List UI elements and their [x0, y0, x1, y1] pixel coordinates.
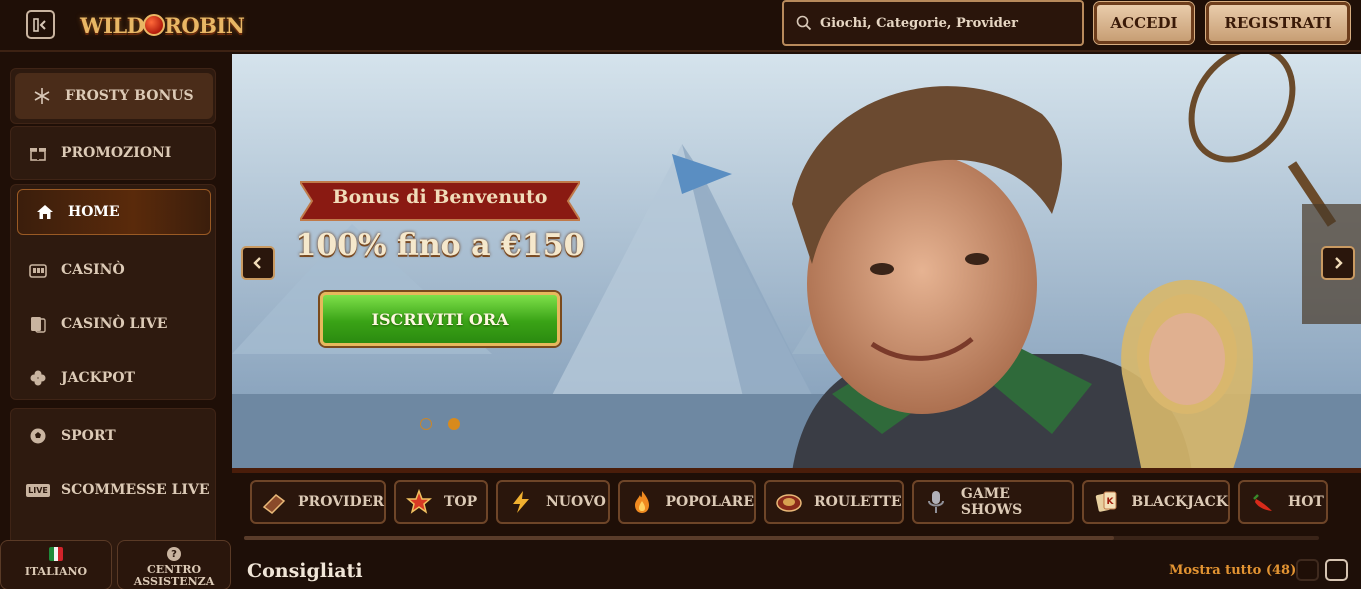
chevron-left-icon [32, 17, 46, 32]
signup-now-button[interactable]: ISCRIVITI ORA [320, 292, 560, 346]
sidebar-item-casino-live[interactable]: CASINÒ LIVE [11, 301, 215, 347]
bonus-amount: 100% fino a €150 [295, 228, 585, 263]
top-bar: WILD ROBIN ACCEDI REGISTRATI [0, 0, 1361, 52]
carousel-dot-2[interactable] [448, 418, 460, 430]
book-icon [260, 487, 288, 517]
star-icon [404, 487, 434, 517]
svg-text:K: K [1106, 497, 1114, 507]
carousel-next-button[interactable] [1321, 246, 1355, 280]
sidebar-item-label: HOME [68, 204, 120, 220]
hero-banner[interactable] [232, 54, 1361, 472]
category-label: POPOLARE [665, 494, 754, 510]
category-bar: PROVIDER TOP NUOVO POPOLARE ROULETTE GAM… [232, 474, 1361, 540]
slot-machine-icon [27, 259, 49, 281]
sidebar-item-scommesse-live[interactable]: LIVE SCOMMESSE LIVE [11, 467, 215, 513]
sidebar-group-promo: PROMOZIONI [10, 126, 216, 180]
logo-emblem-icon [143, 14, 166, 36]
carousel-prev-button[interactable] [241, 246, 275, 280]
category-label: NUOVO [546, 494, 606, 510]
category-label: ROULETTE [814, 494, 902, 510]
carousel-dot-1[interactable] [420, 418, 432, 430]
hero-bottom-border [232, 468, 1361, 473]
search-box[interactable] [782, 0, 1084, 46]
brand-logo[interactable]: WILD ROBIN [80, 8, 245, 42]
category-label: TOP [444, 494, 478, 510]
help-label-line2: ASSISTENZA [133, 575, 215, 588]
sidebar-item-label: JACKPOT [61, 370, 135, 386]
search-icon [796, 15, 812, 31]
sidebar-item-label: CASINÒ LIVE [61, 316, 168, 332]
live-icon: LIVE [26, 483, 50, 497]
logo-text-right: ROBIN [164, 12, 245, 38]
show-all-link[interactable]: Mostra tutto (48) [1169, 563, 1296, 578]
hero-illustration [232, 54, 1361, 472]
search-input[interactable] [820, 15, 1070, 31]
category-label: BLACKJACK [1131, 494, 1228, 510]
login-button[interactable]: ACCEDI [1094, 2, 1194, 44]
language-selector-button[interactable]: ITALIANO [0, 540, 112, 589]
gift-icon [27, 142, 49, 164]
microphone-icon [922, 487, 951, 517]
sidebar-item-label: SCOMMESSE LIVE [61, 482, 210, 498]
category-popolare[interactable]: POPOLARE [618, 480, 756, 524]
category-game-shows[interactable]: GAME SHOWS [912, 480, 1074, 524]
help-center-button[interactable]: ? CENTRO ASSISTENZA [117, 540, 231, 589]
sidebar-item-home[interactable]: HOME [17, 189, 211, 235]
chili-pepper-icon [1248, 487, 1278, 517]
sidebar-item-frosty-bonus[interactable]: FROSTY BONUS [15, 73, 213, 119]
category-label: GAME SHOWS [960, 486, 1023, 518]
category-provider[interactable]: PROVIDER [250, 480, 386, 524]
sidebar-item-label: CASINÒ [61, 262, 125, 278]
chevron-right-icon [1335, 257, 1343, 269]
home-icon [34, 201, 56, 223]
flame-icon [628, 487, 656, 517]
category-blackjack[interactable]: K BLACKJACK [1082, 480, 1230, 524]
italy-flag-icon [49, 547, 63, 561]
section-title-consigliati: Consigliati [247, 560, 363, 582]
clover-icon [27, 367, 49, 389]
category-nuovo[interactable]: NUOVO [496, 480, 610, 524]
soccer-ball-icon [27, 425, 49, 447]
register-button[interactable]: REGISTRATI [1206, 2, 1350, 44]
scrollbar-thumb[interactable] [244, 536, 1114, 540]
category-top[interactable]: TOP [394, 480, 488, 524]
category-label: PROVIDER [298, 494, 384, 510]
sidebar: FROSTY BONUS PROMOZIONI HOME CASINÒ CASI… [0, 54, 232, 589]
snowflake-icon [31, 85, 53, 107]
sidebar-item-jackpot[interactable]: JACKPOT [11, 355, 215, 401]
sidebar-group-bonus: FROSTY BONUS [10, 68, 216, 124]
question-mark-icon: ? [167, 547, 181, 561]
playing-card-icon: K [1092, 487, 1121, 517]
section-next-button[interactable] [1325, 559, 1348, 581]
sidebar-item-label: FROSTY BONUS [65, 88, 194, 104]
roulette-icon [774, 487, 804, 517]
category-scrollbar[interactable] [244, 536, 1319, 540]
section-prev-button[interactable] [1296, 559, 1319, 581]
logo-text-left: WILD [80, 12, 145, 38]
sidebar-item-casino[interactable]: CASINÒ [11, 247, 215, 293]
sidebar-item-promozioni[interactable]: PROMOZIONI [11, 130, 215, 176]
category-roulette[interactable]: ROULETTE [764, 480, 904, 524]
sidebar-toggle-button[interactable] [26, 10, 55, 39]
sidebar-item-sport[interactable]: SPORT [11, 413, 215, 459]
lightning-icon [506, 487, 536, 517]
language-label: ITALIANO [24, 565, 88, 578]
sidebar-footer: ITALIANO ? CENTRO ASSISTENZA [0, 540, 232, 589]
sidebar-item-label: PROMOZIONI [61, 145, 172, 161]
chevron-left-icon [253, 257, 261, 269]
bonus-title: Bonus di Benvenuto [332, 186, 548, 208]
category-label: HOT [1288, 494, 1324, 510]
sidebar-item-label: SPORT [61, 428, 116, 444]
category-hot[interactable]: HOT [1238, 480, 1328, 524]
sidebar-group-casino: HOME CASINÒ CASINÒ LIVE JACKPOT [10, 184, 216, 400]
cards-icon [27, 313, 49, 335]
